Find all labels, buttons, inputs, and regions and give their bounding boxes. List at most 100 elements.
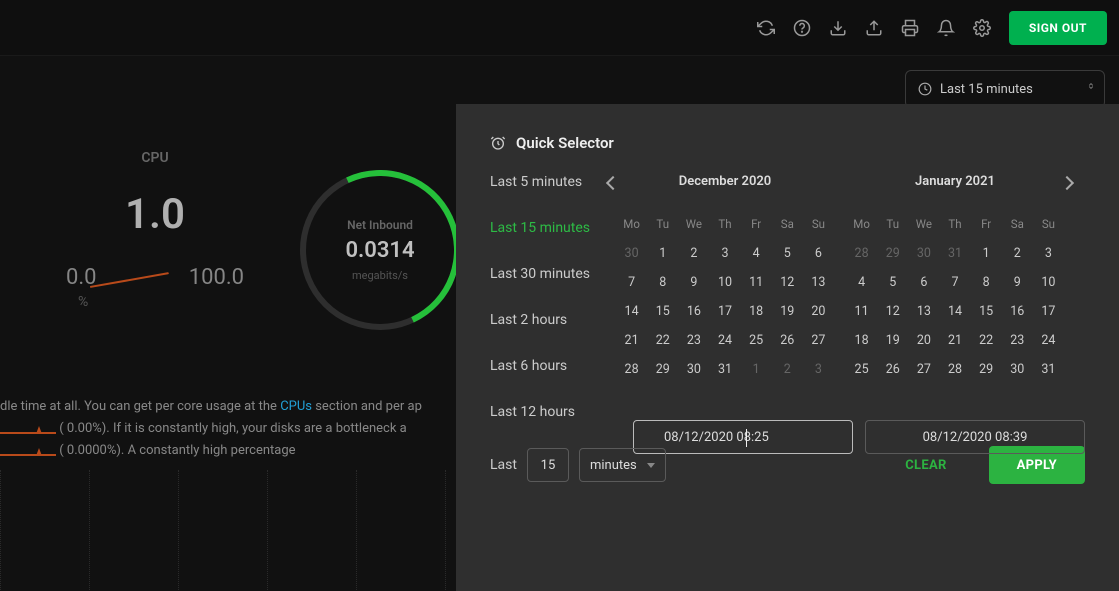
download-icon[interactable] — [829, 19, 847, 37]
clock-icon — [918, 82, 932, 96]
calendar-day[interactable]: 11 — [741, 268, 772, 297]
calendar-day[interactable]: 10 — [709, 268, 740, 297]
calendar-day[interactable]: 15 — [971, 297, 1002, 326]
to-datetime-input[interactable]: 08/12/2020 08:39 — [865, 420, 1085, 454]
calendar-day[interactable]: 8 — [647, 268, 678, 297]
calendar-day[interactable]: 29 — [647, 355, 678, 384]
upload-icon[interactable] — [865, 19, 883, 37]
calendar-day[interactable]: 9 — [678, 268, 709, 297]
calendar-day[interactable]: 22 — [647, 326, 678, 355]
alarm-clock-icon — [490, 135, 506, 151]
refresh-icon[interactable] — [757, 19, 775, 37]
bell-icon[interactable] — [937, 19, 955, 37]
calendar-title: December 2020 — [616, 174, 834, 189]
calendar-day[interactable]: 10 — [1033, 268, 1064, 297]
calendar-day[interactable]: 3 — [709, 239, 740, 268]
from-datetime-input[interactable]: 08/12/2020 08:25 — [633, 420, 853, 454]
quick-select-item[interactable]: Last 6 hours — [490, 358, 590, 374]
calendar-day[interactable]: 23 — [1002, 326, 1033, 355]
calendar-day[interactable]: 20 — [908, 326, 939, 355]
calendar-day[interactable]: 3 — [803, 355, 834, 384]
calendar-day[interactable]: 1 — [971, 239, 1002, 268]
calendar-day[interactable]: 27 — [803, 326, 834, 355]
calendar-day[interactable]: 13 — [908, 297, 939, 326]
calendar-day[interactable]: 14 — [616, 297, 647, 326]
time-range-selector[interactable]: Last 15 minutes — [905, 70, 1105, 108]
calendar-day[interactable]: 2 — [678, 239, 709, 268]
calendar-day[interactable]: 30 — [1002, 355, 1033, 384]
calendar-dow: Mo — [846, 213, 877, 239]
calendar-day[interactable]: 7 — [616, 268, 647, 297]
calendar-day[interactable]: 24 — [1033, 326, 1064, 355]
calendar-dow: Su — [1033, 213, 1064, 239]
calendar-day[interactable]: 14 — [939, 297, 970, 326]
calendar-day[interactable]: 6 — [803, 239, 834, 268]
calendar-day[interactable]: 3 — [1033, 239, 1064, 268]
calendar-day[interactable]: 4 — [846, 268, 877, 297]
calendar-day[interactable]: 30 — [678, 355, 709, 384]
quick-selector-heading: Quick Selector — [490, 134, 1085, 152]
calendar-day[interactable]: 13 — [803, 268, 834, 297]
calendar-day[interactable]: 31 — [1033, 355, 1064, 384]
calendar-day[interactable]: 17 — [1033, 297, 1064, 326]
calendar-day[interactable]: 22 — [971, 326, 1002, 355]
calendar-day[interactable]: 2 — [1002, 239, 1033, 268]
calendar-day[interactable]: 29 — [971, 355, 1002, 384]
calendar-day[interactable]: 1 — [741, 355, 772, 384]
calendar-day[interactable]: 17 — [709, 297, 740, 326]
calendar-day[interactable]: 28 — [846, 239, 877, 268]
signout-button[interactable]: SIGN OUT — [1009, 11, 1107, 45]
quick-select-item[interactable]: Last 2 hours — [490, 312, 590, 328]
calendar-day[interactable]: 19 — [877, 326, 908, 355]
last-unit-select[interactable]: minutes — [579, 448, 666, 482]
calendar-day[interactable]: 18 — [846, 326, 877, 355]
calendar-day[interactable]: 31 — [939, 239, 970, 268]
calendar-day[interactable]: 6 — [908, 268, 939, 297]
calendar-day[interactable]: 15 — [647, 297, 678, 326]
calendar-day[interactable]: 27 — [908, 355, 939, 384]
calendar-day[interactable]: 21 — [939, 326, 970, 355]
calendar-day[interactable]: 8 — [971, 268, 1002, 297]
calendar-day[interactable]: 30 — [616, 239, 647, 268]
calendar-day[interactable]: 30 — [908, 239, 939, 268]
help-icon[interactable] — [793, 19, 811, 37]
calendar-day[interactable]: 2 — [772, 355, 803, 384]
calendar-day[interactable]: 20 — [803, 297, 834, 326]
print-icon[interactable] — [901, 19, 919, 37]
calendar-day[interactable]: 16 — [678, 297, 709, 326]
calendar-day[interactable]: 5 — [877, 268, 908, 297]
settings-icon[interactable] — [973, 19, 991, 37]
calendar-day[interactable]: 18 — [741, 297, 772, 326]
calendar-day[interactable]: 21 — [616, 326, 647, 355]
calendar-dow: Su — [803, 213, 834, 239]
quick-select-item[interactable]: Last 12 hours — [490, 404, 590, 420]
calendar-day[interactable]: 25 — [846, 355, 877, 384]
calendar-day[interactable]: 25 — [741, 326, 772, 355]
calendar-day[interactable]: 11 — [846, 297, 877, 326]
calendar-day[interactable]: 29 — [877, 239, 908, 268]
calendar-day[interactable]: 28 — [939, 355, 970, 384]
calendar-day[interactable]: 31 — [709, 355, 740, 384]
calendar-day[interactable]: 23 — [678, 326, 709, 355]
quick-select-item[interactable]: Last 30 minutes — [490, 266, 590, 282]
calendar-dow: We — [908, 213, 939, 239]
calendar-day[interactable]: 26 — [772, 326, 803, 355]
cpus-link[interactable]: CPUs — [280, 399, 312, 414]
calendar-day[interactable]: 4 — [741, 239, 772, 268]
calendar-day[interactable]: 24 — [709, 326, 740, 355]
calendar-day[interactable]: 5 — [772, 239, 803, 268]
calendar-title: January 2021 — [846, 174, 1064, 189]
calendar-month-right: January 2021 MoTuWeThFrSaSu2829303112345… — [846, 174, 1064, 420]
calendar-day[interactable]: 26 — [877, 355, 908, 384]
calendar-day[interactable]: 1 — [647, 239, 678, 268]
calendar-day[interactable]: 28 — [616, 355, 647, 384]
calendar-day[interactable]: 16 — [1002, 297, 1033, 326]
last-n-input[interactable] — [527, 448, 569, 482]
quick-select-item[interactable]: Last 5 minutes — [490, 174, 590, 190]
quick-select-item[interactable]: Last 15 minutes — [490, 220, 590, 236]
calendar-day[interactable]: 12 — [877, 297, 908, 326]
calendar-day[interactable]: 19 — [772, 297, 803, 326]
calendar-day[interactable]: 9 — [1002, 268, 1033, 297]
calendar-day[interactable]: 7 — [939, 268, 970, 297]
calendar-day[interactable]: 12 — [772, 268, 803, 297]
